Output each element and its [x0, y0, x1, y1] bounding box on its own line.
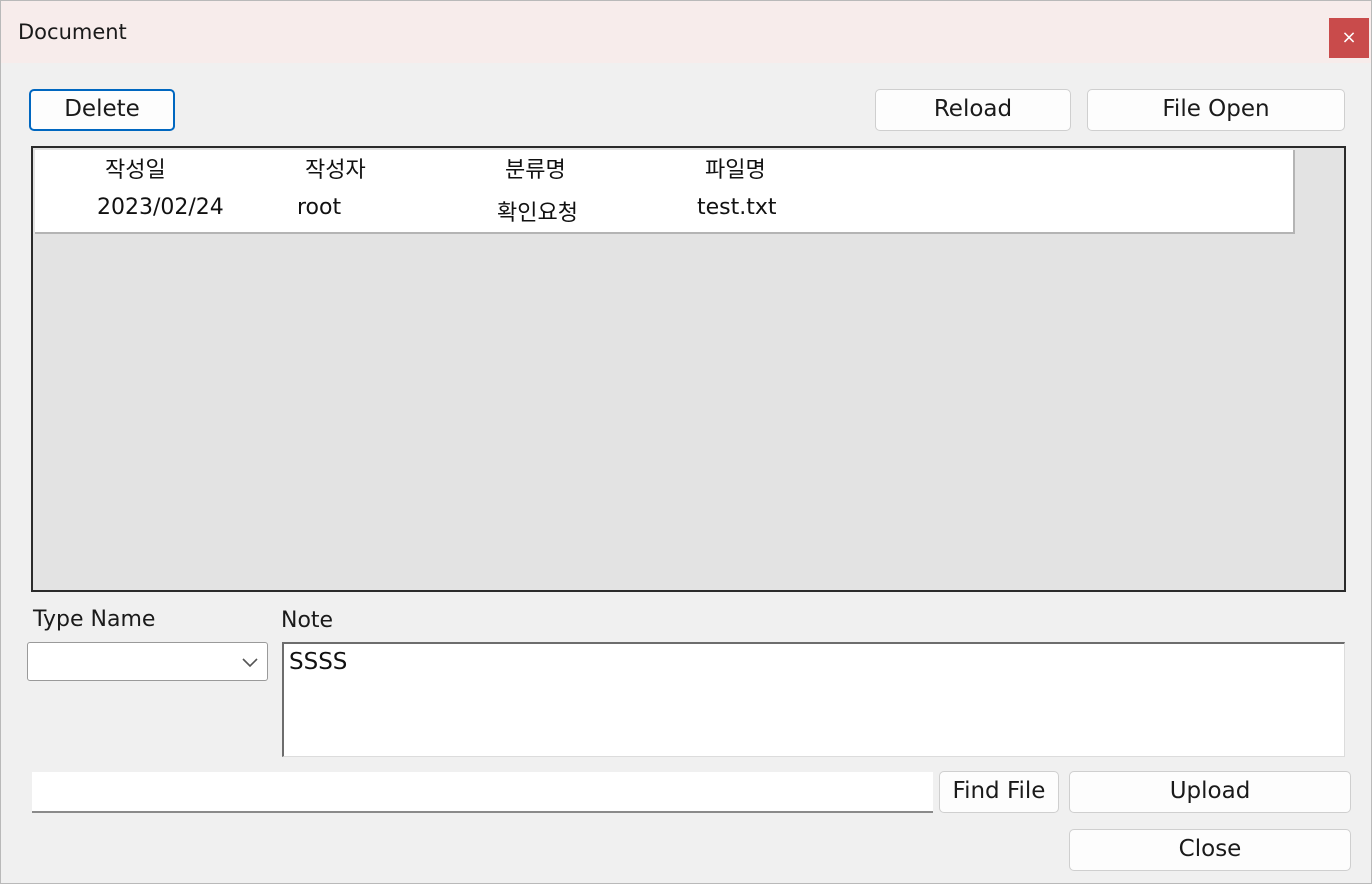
cell-author[interactable]: root: [293, 187, 495, 234]
document-grid[interactable]: 작성일 작성자 분류명 파일명 2023/02/24 root 확인요청 tes…: [31, 146, 1346, 592]
file-open-button[interactable]: File Open: [1087, 89, 1345, 131]
title-bar: Document ×: [1, 1, 1371, 63]
window-title: Document: [18, 20, 127, 44]
upload-button[interactable]: Upload: [1069, 771, 1351, 813]
cell-category[interactable]: 확인요청: [493, 187, 695, 234]
reload-button[interactable]: Reload: [875, 89, 1071, 131]
note-textarea[interactable]: SSSS: [282, 642, 1345, 757]
delete-button[interactable]: Delete: [29, 89, 175, 131]
column-header-date[interactable]: 작성일: [93, 150, 295, 189]
document-window: Document × Delete Reload File Open 작성일 작…: [0, 0, 1372, 884]
column-header-author[interactable]: 작성자: [293, 150, 495, 189]
cell-date[interactable]: 2023/02/24: [93, 187, 295, 234]
grid-corner-cell: [35, 150, 95, 189]
type-name-label: Type Name: [33, 607, 156, 632]
row-header-cell[interactable]: [35, 187, 95, 234]
file-path-input[interactable]: [32, 772, 933, 813]
note-label: Note: [281, 608, 334, 633]
type-name-select[interactable]: [27, 642, 268, 681]
cell-filename[interactable]: test.txt: [693, 187, 1295, 234]
chevron-down-icon: [242, 658, 258, 668]
close-icon: ×: [1341, 27, 1357, 48]
column-header-filename[interactable]: 파일명: [693, 150, 1295, 189]
close-button[interactable]: Close: [1069, 829, 1351, 871]
column-header-category[interactable]: 분류명: [493, 150, 695, 189]
find-file-button[interactable]: Find File: [939, 771, 1059, 813]
close-window-button[interactable]: ×: [1329, 18, 1369, 58]
